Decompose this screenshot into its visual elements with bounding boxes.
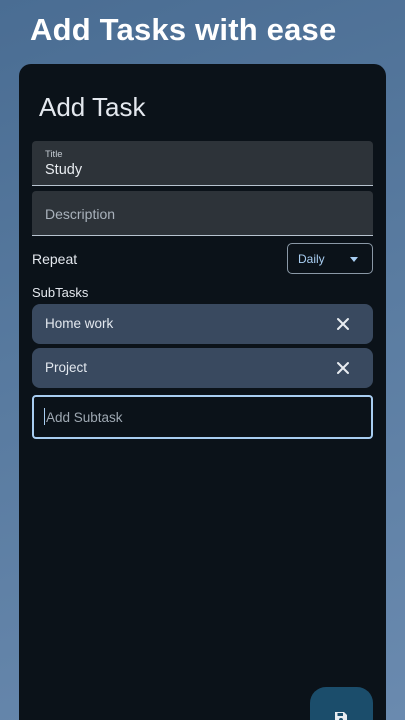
save-button[interactable] [310,687,373,720]
add-subtask-input[interactable]: Add Subtask [32,395,373,439]
dropdown-arrow-icon [350,257,358,262]
title-field-label: Title [45,149,63,160]
card-title: Add Task [39,92,146,122]
close-icon[interactable] [335,316,351,332]
title-field[interactable]: Title Study [32,141,373,186]
subtask-label: Home work [45,316,114,331]
subtask-label: Project [45,360,88,375]
subtask-item: Project [32,348,373,388]
add-subtask-placeholder: Add Subtask [46,410,123,425]
description-placeholder: Description [45,206,116,222]
save-icon [334,711,348,720]
repeat-dropdown-value: Daily [298,252,325,266]
description-field[interactable]: Description [32,191,373,236]
title-field-value: Study [45,162,83,178]
subtask-item: Home work [32,304,373,344]
page-headline: Add Tasks with ease [30,12,337,47]
repeat-dropdown[interactable]: Daily [287,243,373,274]
close-icon[interactable] [335,360,351,376]
repeat-label: Repeat [32,251,78,267]
text-caret [44,408,45,425]
subtasks-label: SubTasks [32,285,89,300]
add-task-card: Add Task Title Study Description Repeat … [19,64,386,720]
